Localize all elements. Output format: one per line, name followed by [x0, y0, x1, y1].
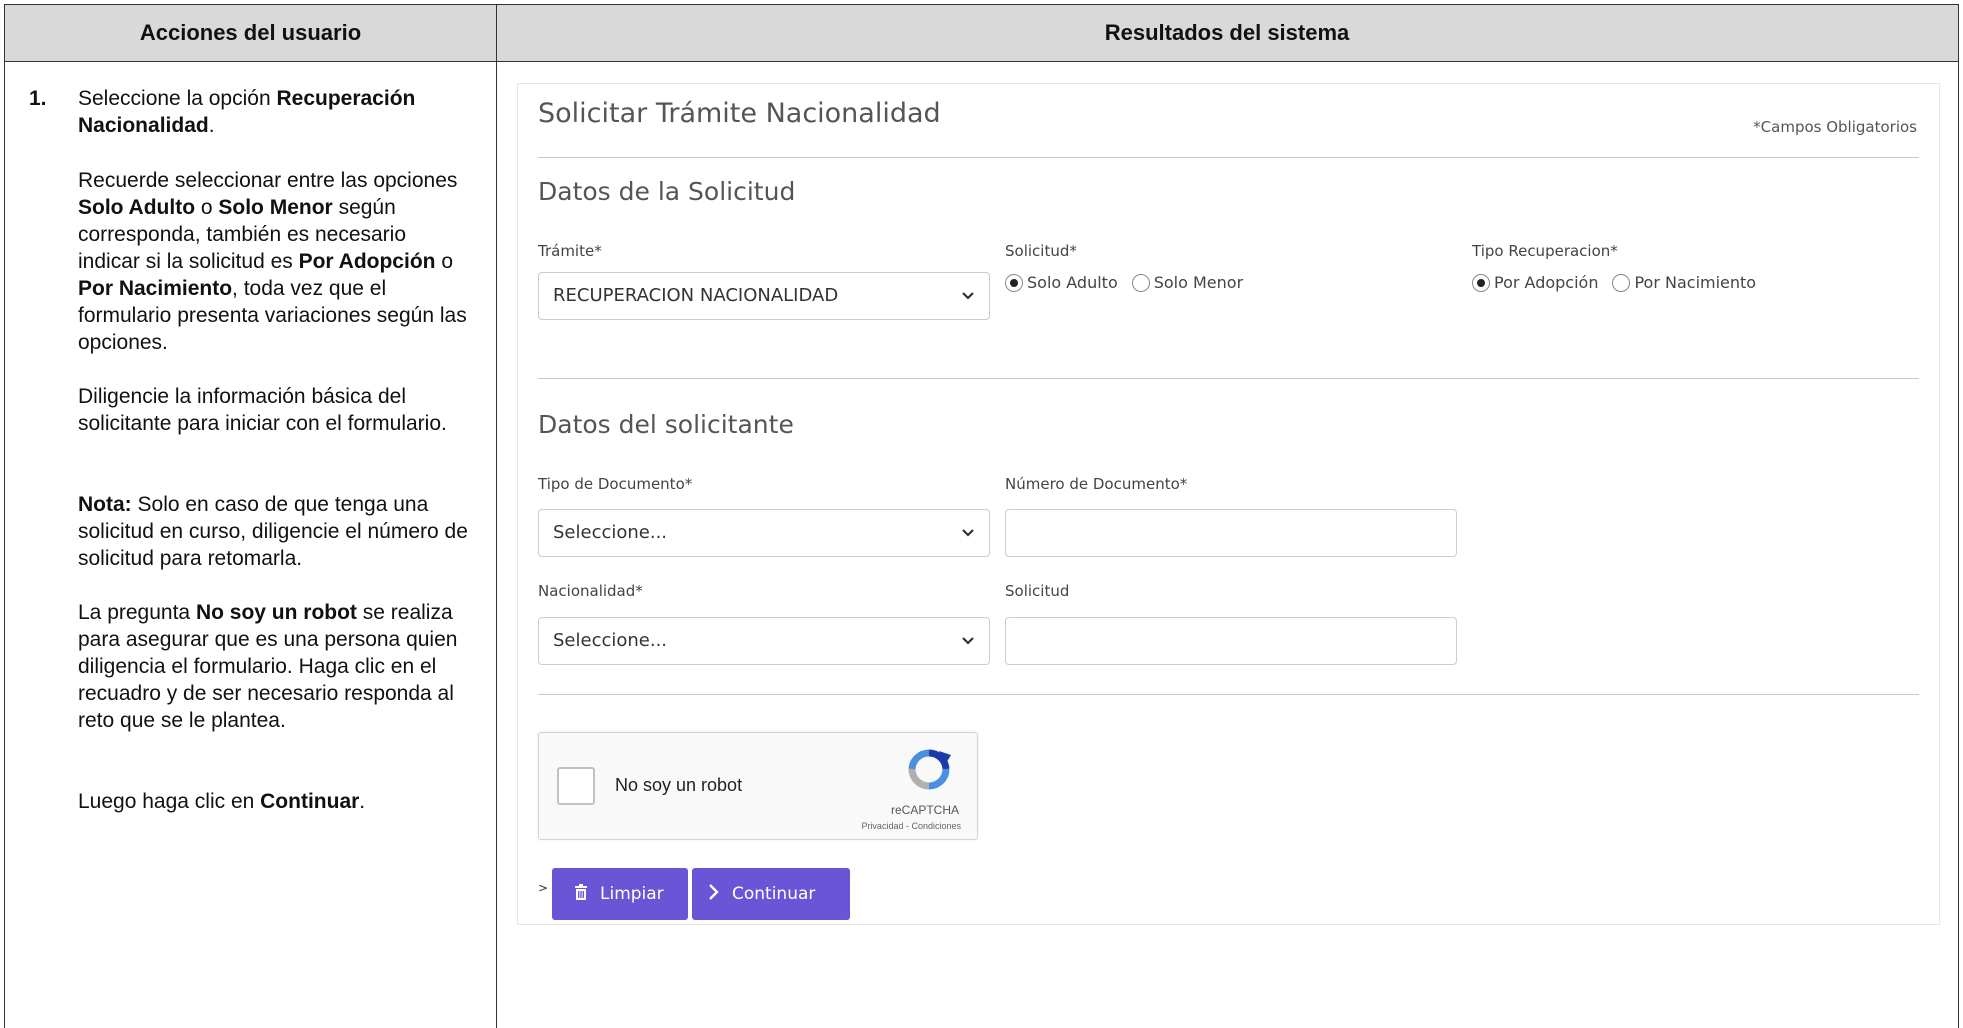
text: Diligencie la información básica del sol…: [78, 385, 447, 435]
radio-label: Por Adopción: [1494, 273, 1599, 292]
solicitud-type-label: Solicitud*: [1005, 242, 1077, 260]
nationality-select[interactable]: Seleccione...: [538, 617, 990, 665]
section-applicant-data: Datos del solicitante: [538, 410, 794, 439]
radio-circle[interactable]: [1612, 273, 1631, 292]
radio-circle[interactable]: [1005, 273, 1023, 292]
label-text: Solicitud: [1005, 242, 1070, 260]
recaptcha-widget: No soy un robot reCAPTCHA Privacidad - C…: [538, 732, 978, 840]
instruction-options: Recuerde seleccionar entre las opciones …: [78, 167, 473, 356]
header-user-actions: Acciones del usuario: [5, 5, 497, 61]
instruction-continue: Luego haga clic en Continuar.: [78, 788, 473, 815]
chevron-right-icon: [708, 883, 720, 906]
chevron-down-icon: [961, 618, 975, 664]
tramite-select[interactable]: RECUPERACION NACIONALIDAD: [538, 272, 990, 320]
bold-text: Por Adopción: [298, 250, 436, 273]
required-mark: *: [684, 475, 693, 493]
nationality-value: Seleccione...: [553, 630, 668, 651]
text: Luego haga clic en: [78, 790, 261, 813]
recaptcha-logo-icon: [901, 747, 957, 793]
column-divider: [496, 61, 497, 1028]
doc-number-label: Número de Documento*: [1005, 475, 1187, 493]
radio-label: Por Nacimiento: [1634, 273, 1757, 292]
text: La pregunta: [78, 601, 196, 624]
radio-label: Solo Adulto: [1027, 273, 1118, 292]
solicitud-type-radios: Solo Adulto Solo Menor: [1005, 273, 1257, 292]
text: .: [208, 114, 215, 137]
radio-solo-adulto[interactable]: Solo Adulto: [1005, 273, 1118, 292]
request-number-label: Solicitud: [1005, 582, 1070, 600]
trash-icon: [574, 883, 588, 905]
radio-por-adopcion[interactable]: Por Adopción: [1472, 273, 1598, 292]
bold-text: Solo Menor: [218, 196, 333, 219]
required-mark: *: [635, 582, 643, 600]
text: .: [359, 790, 366, 813]
continue-label: Continuar: [732, 884, 816, 904]
radio-label: Solo Menor: [1153, 273, 1244, 292]
doc-type-select[interactable]: Seleccione...: [538, 509, 990, 557]
breadcrumb-prefix: >: [538, 881, 549, 895]
section-request-data: Datos de la Solicitud: [538, 177, 796, 206]
divider: [538, 378, 1919, 379]
instruction-note: Nota: Solo en caso de que tenga una soli…: [78, 491, 473, 572]
tramite-label: Trámite*: [538, 242, 602, 260]
chevron-down-icon: [961, 273, 975, 319]
label-text: Tipo de Documento: [538, 475, 685, 493]
doc-type-label: Tipo de Documento*: [538, 475, 692, 493]
nationality-label: Nacionalidad*: [538, 582, 643, 600]
instruction-captcha: La pregunta No soy un robot se realiza p…: [78, 599, 473, 734]
radio-circle[interactable]: [1131, 273, 1150, 292]
radio-circle[interactable]: [1472, 273, 1490, 292]
required-mark: *: [1069, 242, 1077, 260]
recaptcha-links[interactable]: Privacidad - Condiciones: [861, 821, 961, 831]
recaptcha-brand: reCAPTCHA: [890, 803, 959, 817]
chevron-down-icon: [961, 510, 975, 556]
tramite-value: RECUPERACION NACIONALIDAD: [553, 285, 839, 306]
doc-type-value: Seleccione...: [553, 522, 668, 543]
bold-text: No soy un robot: [195, 601, 357, 624]
step-number: 1.: [29, 87, 47, 110]
bold-text: Continuar: [260, 790, 360, 813]
text: o: [435, 250, 453, 273]
bold-text: Nota:: [78, 493, 132, 516]
divider: [538, 157, 1919, 158]
recovery-type-label: Tipo Recuperacion*: [1472, 242, 1618, 260]
continue-button[interactable]: Continuar: [692, 868, 850, 920]
instruction-basic-info: Diligencie la información básica del sol…: [78, 383, 473, 437]
captcha-label: No soy un robot: [615, 775, 743, 795]
label-text: Nacionalidad: [538, 582, 636, 600]
form-title: Solicitar Trámite Nacionalidad: [538, 98, 941, 129]
required-mark: *: [594, 242, 602, 260]
required-fields-note: *Campos Obligatorios: [1753, 118, 1917, 136]
label-text: Trámite: [538, 242, 595, 260]
divider: [538, 694, 1919, 695]
text: o: [195, 196, 219, 219]
bold-text: Por Nacimiento: [78, 277, 233, 300]
required-mark: *: [1179, 475, 1188, 493]
request-number-input[interactable]: [1005, 617, 1457, 665]
instruction-select-option: Seleccione la opción Recuperación Nacion…: [78, 85, 473, 139]
label-text: Número de Documento: [1005, 475, 1180, 493]
label-text: Tipo Recuperacion: [1472, 242, 1611, 260]
doc-number-input[interactable]: [1005, 509, 1457, 557]
radio-por-nacimiento[interactable]: Por Nacimiento: [1612, 273, 1756, 292]
clear-button[interactable]: Limpiar: [552, 868, 688, 920]
required-mark: *: [1610, 242, 1618, 260]
text: Solo en caso de que tenga una solicitud …: [78, 493, 468, 570]
text: Recuerde seleccionar entre las opciones: [78, 169, 458, 192]
table-header: Acciones del usuario Resultados del sist…: [5, 5, 1958, 62]
clear-label: Limpiar: [600, 884, 664, 904]
bold-text: Solo Adulto: [78, 196, 196, 219]
text: Seleccione la opción: [78, 87, 277, 110]
nationality-request-form: Solicitar Trámite Nacionalidad *Campos O…: [517, 83, 1940, 925]
radio-solo-menor[interactable]: Solo Menor: [1131, 273, 1244, 292]
recovery-type-radios: Por Adopción Por Nacimiento: [1472, 273, 1770, 292]
captcha-checkbox[interactable]: [557, 767, 595, 805]
header-system-results: Resultados del sistema: [1104, 20, 1350, 45]
document-table: Acciones del usuario Resultados del sist…: [4, 4, 1959, 1028]
